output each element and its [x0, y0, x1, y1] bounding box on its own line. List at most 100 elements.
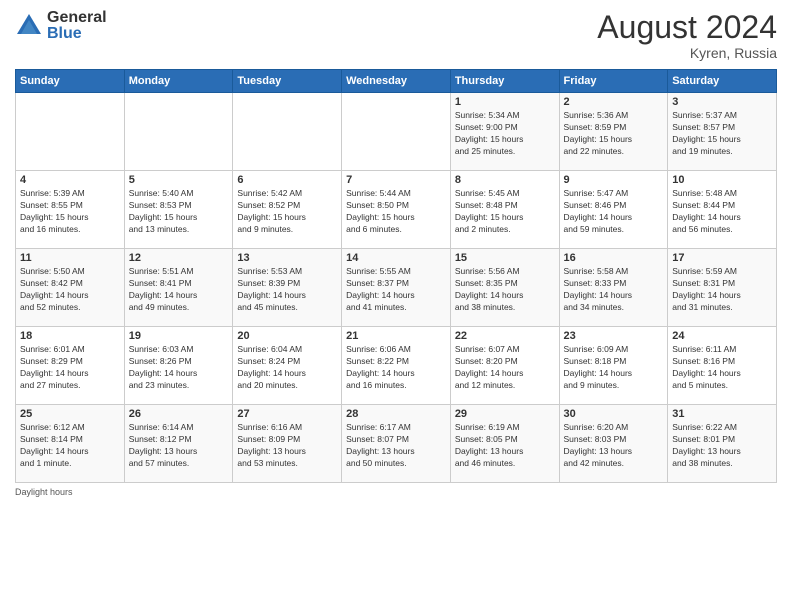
calendar-cell: 7 Sunrise: 5:44 AM Sunset: 8:50 PM Daylig… — [342, 171, 451, 249]
day-info: Sunrise: 6:04 AM Sunset: 8:24 PM Dayligh… — [237, 344, 337, 392]
day-number: 28 — [346, 408, 446, 420]
day-info: Sunrise: 6:11 AM Sunset: 8:16 PM Dayligh… — [672, 344, 772, 392]
day-info: Sunrise: 5:48 AM Sunset: 8:44 PM Dayligh… — [672, 188, 772, 236]
day-info: Sunrise: 5:42 AM Sunset: 8:52 PM Dayligh… — [237, 188, 337, 236]
calendar-cell: 29 Sunrise: 6:19 AM Sunset: 8:05 PM Dayli… — [450, 405, 559, 483]
day-info: Sunrise: 6:07 AM Sunset: 8:20 PM Dayligh… — [455, 344, 555, 392]
day-number: 3 — [672, 96, 772, 108]
day-header-sunday: Sunday — [16, 70, 125, 93]
day-header-wednesday: Wednesday — [342, 70, 451, 93]
day-number: 12 — [129, 252, 229, 264]
week-row-5: 25 Sunrise: 6:12 AM Sunset: 8:14 PM Dayli… — [16, 405, 777, 483]
calendar-cell: 1 Sunrise: 5:34 AM Sunset: 9:00 PM Daylig… — [450, 93, 559, 171]
day-info: Sunrise: 6:12 AM Sunset: 8:14 PM Dayligh… — [20, 422, 120, 470]
day-number: 23 — [564, 330, 664, 342]
day-number: 31 — [672, 408, 772, 420]
header-row: SundayMondayTuesdayWednesdayThursdayFrid… — [16, 70, 777, 93]
day-info: Sunrise: 5:36 AM Sunset: 8:59 PM Dayligh… — [564, 110, 664, 158]
calendar-cell: 12 Sunrise: 5:51 AM Sunset: 8:41 PM Dayli… — [124, 249, 233, 327]
calendar-cell: 21Sunrise: 6:06 AM Sunset: 8:22 PM Dayli… — [342, 327, 451, 405]
day-number: 26 — [129, 408, 229, 420]
day-info: Sunrise: 5:37 AM Sunset: 8:57 PM Dayligh… — [672, 110, 772, 158]
logo: General Blue — [15, 10, 107, 42]
calendar-cell: 22Sunrise: 6:07 AM Sunset: 8:20 PM Dayli… — [450, 327, 559, 405]
day-number: 15 — [455, 252, 555, 264]
logo-general: General — [47, 10, 107, 26]
calendar-cell: 6 Sunrise: 5:42 AM Sunset: 8:52 PM Daylig… — [233, 171, 342, 249]
day-info: Sunrise: 5:45 AM Sunset: 8:48 PM Dayligh… — [455, 188, 555, 236]
day-number: 24 — [672, 330, 772, 342]
week-row-4: 18Sunrise: 6:01 AM Sunset: 8:29 PM Dayli… — [16, 327, 777, 405]
calendar-cell: 16Sunrise: 5:58 AM Sunset: 8:33 PM Dayli… — [559, 249, 668, 327]
day-info: Sunrise: 5:53 AM Sunset: 8:39 PM Dayligh… — [237, 266, 337, 314]
day-number: 7 — [346, 174, 446, 186]
week-row-3: 11Sunrise: 5:50 AM Sunset: 8:42 PM Dayli… — [16, 249, 777, 327]
day-number: 10 — [672, 174, 772, 186]
day-info: Sunrise: 5:39 AM Sunset: 8:55 PM Dayligh… — [20, 188, 120, 236]
day-number: 9 — [564, 174, 664, 186]
calendar-cell: 10 Sunrise: 5:48 AM Sunset: 8:44 PM Dayli… — [668, 171, 777, 249]
calendar-cell: 8 Sunrise: 5:45 AM Sunset: 8:48 PM Daylig… — [450, 171, 559, 249]
day-number: 18 — [20, 330, 120, 342]
day-number: 17 — [672, 252, 772, 264]
day-header-monday: Monday — [124, 70, 233, 93]
day-number: 25 — [20, 408, 120, 420]
calendar-cell: 23Sunrise: 6:09 AM Sunset: 8:18 PM Dayli… — [559, 327, 668, 405]
calendar-cell: 4 Sunrise: 5:39 AM Sunset: 8:55 PM Daylig… — [16, 171, 125, 249]
day-number: 6 — [237, 174, 337, 186]
day-info: Sunrise: 5:34 AM Sunset: 9:00 PM Dayligh… — [455, 110, 555, 158]
day-number: 14 — [346, 252, 446, 264]
calendar-cell: 19Sunrise: 6:03 AM Sunset: 8:26 PM Dayli… — [124, 327, 233, 405]
day-number: 2 — [564, 96, 664, 108]
calendar-cell: 26 Sunrise: 6:14 AM Sunset: 8:12 PM Dayli… — [124, 405, 233, 483]
day-number: 21 — [346, 330, 446, 342]
day-info: Sunrise: 5:40 AM Sunset: 8:53 PM Dayligh… — [129, 188, 229, 236]
calendar-cell — [124, 93, 233, 171]
day-number: 13 — [237, 252, 337, 264]
day-info: Sunrise: 5:44 AM Sunset: 8:50 PM Dayligh… — [346, 188, 446, 236]
day-header-friday: Friday — [559, 70, 668, 93]
day-number: 27 — [237, 408, 337, 420]
calendar-cell: 30Sunrise: 6:20 AM Sunset: 8:03 PM Dayli… — [559, 405, 668, 483]
week-row-2: 4 Sunrise: 5:39 AM Sunset: 8:55 PM Daylig… — [16, 171, 777, 249]
day-info: Sunrise: 5:56 AM Sunset: 8:35 PM Dayligh… — [455, 266, 555, 314]
calendar-cell — [16, 93, 125, 171]
calendar-cell: 14 Sunrise: 5:55 AM Sunset: 8:37 PM Dayli… — [342, 249, 451, 327]
calendar-cell: 20 Sunrise: 6:04 AM Sunset: 8:24 PM Dayli… — [233, 327, 342, 405]
day-info: Sunrise: 5:59 AM Sunset: 8:31 PM Dayligh… — [672, 266, 772, 314]
calendar-cell: 2 Sunrise: 5:36 AM Sunset: 8:59 PM Daylig… — [559, 93, 668, 171]
header: General Blue August 2024 Kyren, Russia — [15, 10, 777, 61]
day-number: 30 — [564, 408, 664, 420]
logo-icon — [15, 12, 43, 40]
calendar-cell — [342, 93, 451, 171]
day-number: 1 — [455, 96, 555, 108]
calendar-cell: 31 Sunrise: 6:22 AM Sunset: 8:01 PM Dayli… — [668, 405, 777, 483]
calendar-cell: 25 Sunrise: 6:12 AM Sunset: 8:14 PM Dayli… — [16, 405, 125, 483]
day-number: 5 — [129, 174, 229, 186]
day-info: Sunrise: 6:19 AM Sunset: 8:05 PM Dayligh… — [455, 422, 555, 470]
logo-text: General Blue — [47, 10, 107, 42]
day-header-tuesday: Tuesday — [233, 70, 342, 93]
day-number: 20 — [237, 330, 337, 342]
calendar-cell: 9Sunrise: 5:47 AM Sunset: 8:46 PM Daylig… — [559, 171, 668, 249]
day-info: Sunrise: 5:50 AM Sunset: 8:42 PM Dayligh… — [20, 266, 120, 314]
calendar-cell: 18Sunrise: 6:01 AM Sunset: 8:29 PM Dayli… — [16, 327, 125, 405]
week-row-1: 1 Sunrise: 5:34 AM Sunset: 9:00 PM Daylig… — [16, 93, 777, 171]
day-info: Sunrise: 5:51 AM Sunset: 8:41 PM Dayligh… — [129, 266, 229, 314]
calendar-cell: 3 Sunrise: 5:37 AM Sunset: 8:57 PM Daylig… — [668, 93, 777, 171]
day-info: Sunrise: 6:14 AM Sunset: 8:12 PM Dayligh… — [129, 422, 229, 470]
day-info: Sunrise: 6:22 AM Sunset: 8:01 PM Dayligh… — [672, 422, 772, 470]
location: Kyren, Russia — [597, 45, 777, 61]
day-number: 8 — [455, 174, 555, 186]
page: General Blue August 2024 Kyren, Russia S… — [0, 0, 792, 612]
day-number: 19 — [129, 330, 229, 342]
calendar-cell: 27Sunrise: 6:16 AM Sunset: 8:09 PM Dayli… — [233, 405, 342, 483]
title-block: August 2024 Kyren, Russia — [597, 10, 777, 61]
calendar-cell: 28Sunrise: 6:17 AM Sunset: 8:07 PM Dayli… — [342, 405, 451, 483]
calendar-cell: 11Sunrise: 5:50 AM Sunset: 8:42 PM Dayli… — [16, 249, 125, 327]
day-info: Sunrise: 5:55 AM Sunset: 8:37 PM Dayligh… — [346, 266, 446, 314]
day-number: 29 — [455, 408, 555, 420]
day-info: Sunrise: 5:58 AM Sunset: 8:33 PM Dayligh… — [564, 266, 664, 314]
calendar-cell: 15 Sunrise: 5:56 AM Sunset: 8:35 PM Dayli… — [450, 249, 559, 327]
day-number: 4 — [20, 174, 120, 186]
